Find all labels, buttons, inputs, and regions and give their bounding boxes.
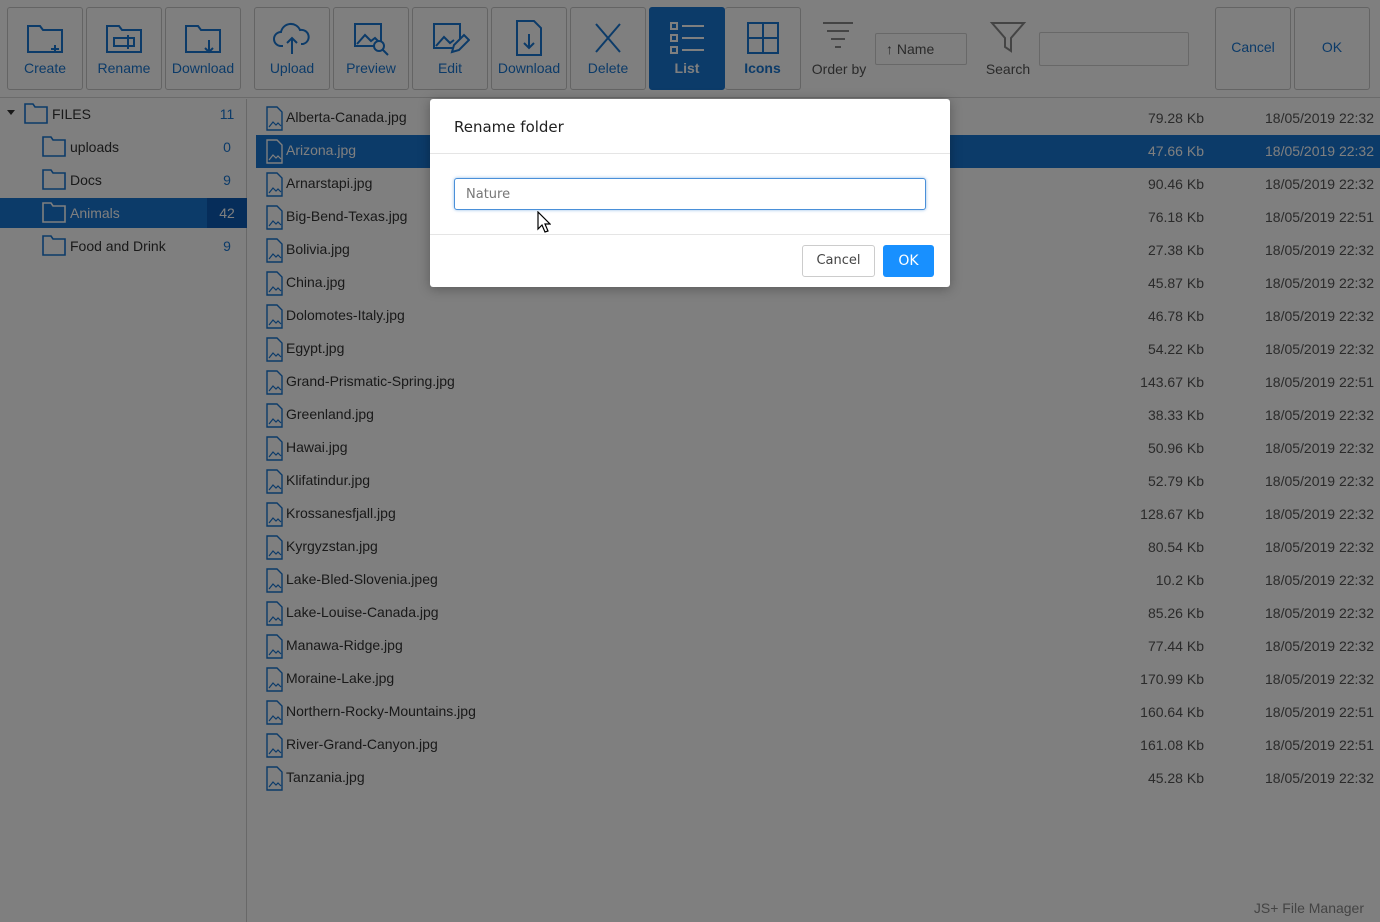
dialog-ok-button[interactable]: OK xyxy=(883,245,934,277)
mouse-cursor-icon xyxy=(537,211,551,233)
dialog-title: Rename folder xyxy=(454,118,564,136)
rename-folder-dialog: Rename folder Cancel OK xyxy=(430,99,950,287)
dialog-divider xyxy=(430,153,950,154)
dialog-divider xyxy=(430,234,950,235)
dialog-cancel-button[interactable]: Cancel xyxy=(802,245,875,277)
folder-name-input[interactable] xyxy=(454,178,926,210)
